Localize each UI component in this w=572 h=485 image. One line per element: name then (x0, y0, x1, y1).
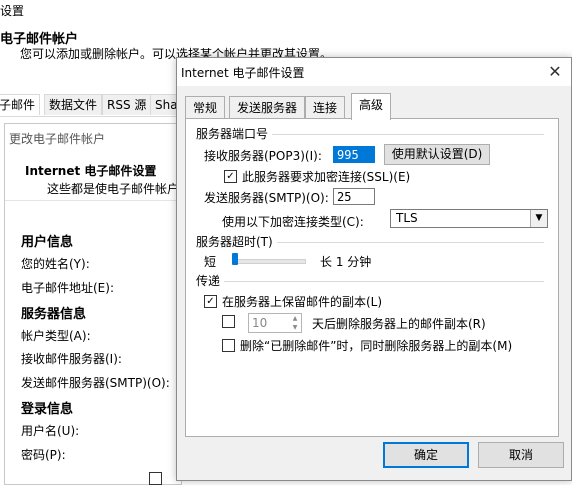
tab-advanced[interactable]: 高级 (351, 93, 392, 120)
tab-outgoing-server[interactable]: 发送服务器 (229, 96, 306, 119)
chevron-down-icon[interactable]: ▼ (530, 210, 547, 227)
delivery-group-line (196, 281, 544, 282)
timeout-slider-thumb[interactable] (232, 253, 238, 265)
internet-email-settings-dialog: Internet 电子邮件设置 ✕ 常规 发送服务器 连接 高级 服务器端口号 … (176, 57, 572, 481)
server-info-heading: 服务器信息 (21, 307, 87, 322)
timeout-value-label: 长 1 分钟 (320, 255, 372, 269)
spin-up-icon[interactable]: ▲ (289, 314, 301, 323)
password-label: 密码(P): (21, 448, 66, 462)
ok-button[interactable]: 确定 (383, 442, 469, 468)
ssl-checkbox-label: 此服务器要求加密连接(SSL)(E) (242, 170, 411, 184)
advanced-tab-page: 服务器端口号 接收服务器(POP3)(I): 995 使用默认设置(D) ✓ 此… (185, 118, 559, 437)
delivery-heading: 传递 (196, 272, 225, 289)
tab-email[interactable]: 子邮件 (0, 94, 41, 115)
leave-copy-label: 在服务器上保留邮件的副本(L) (222, 295, 383, 309)
server-timeout-heading: 服务器超时(T) (196, 233, 277, 250)
encryption-type-select[interactable]: TLS ▼ (390, 209, 548, 228)
internet-email-settings-subheading: 这些都是使电子邮件帐户 (47, 182, 180, 196)
remove-deleted-label: 删除“已删除邮件”时，同时删除服务器上的副本(M) (240, 339, 513, 353)
timeout-slider-track[interactable] (232, 259, 306, 264)
tab-rss[interactable]: RSS 源 (102, 94, 152, 115)
encryption-type-value: TLS (396, 211, 418, 225)
use-defaults-button[interactable]: 使用默认设置(D) (384, 144, 490, 165)
pop3-port-input[interactable]: 995 (333, 146, 375, 163)
account-type-label: 帐户类型(A): (21, 329, 91, 343)
tab-data-files[interactable]: 数据文件 (44, 94, 103, 115)
change-account-header-panel: Internet 电子邮件设置 这些都是使电子邮件帐户 (5, 150, 181, 201)
encryption-type-label: 使用以下加密连接类型(C): (222, 215, 364, 229)
tab-general[interactable]: 常规 (185, 96, 226, 119)
email-address-label: 电子邮件地址(E): (21, 281, 114, 295)
checkmark-icon: ✓ (226, 171, 235, 182)
internet-email-settings-heading: Internet 电子邮件设置 (25, 164, 157, 178)
remove-after-label: 天后删除服务器上的邮件副本(R) (312, 317, 486, 331)
remove-after-checkbox[interactable] (222, 315, 235, 328)
smtp-label: 发送服务器(SMTP)(O): (204, 191, 329, 205)
ssl-checkbox[interactable]: ✓ (224, 170, 237, 183)
cancel-button[interactable]: 取消 (478, 442, 564, 468)
logon-info-heading: 登录信息 (21, 402, 74, 417)
username-label: 用户名(U): (21, 424, 80, 438)
background-tab-strip: 子邮件 数据文件 RSS 源 Sha (0, 94, 183, 117)
outgoing-server-label: 发送邮件服务器(SMTP)(O): (21, 376, 170, 390)
dialog-titlebar: Internet 电子邮件设置 ✕ (177, 58, 571, 86)
pop3-label: 接收服务器(POP3)(I): (204, 149, 322, 163)
timeout-short-label: 短 (204, 255, 217, 269)
tab-connection[interactable]: 连接 (305, 96, 346, 119)
close-icon[interactable]: ✕ (545, 62, 565, 82)
incoming-server-label: 接收邮件服务器(I): (21, 352, 122, 366)
background-titlebar: 设置 (0, 0, 572, 20)
background-window-title: 设置 (0, 4, 25, 18)
remove-after-days-spinner[interactable]: 10 ▲ ▼ (248, 313, 302, 333)
leave-copy-checkbox[interactable]: ✓ (204, 295, 217, 308)
remove-after-days-value: 10 (252, 316, 268, 330)
change-account-window: 更改电子邮件帐户 Internet 电子邮件设置 这些都是使电子邮件帐户 用户信… (4, 123, 182, 485)
change-account-title: 更改电子邮件帐户 (9, 132, 106, 146)
dialog-title: Internet 电子邮件设置 (181, 66, 305, 80)
server-ports-heading: 服务器端口号 (196, 125, 273, 142)
user-info-heading: 用户信息 (21, 235, 74, 250)
remove-deleted-checkbox[interactable] (222, 339, 235, 352)
your-name-label: 您的姓名(Y): (21, 257, 90, 271)
checkmark-icon: ✓ (206, 296, 215, 307)
spin-down-icon[interactable]: ▼ (289, 323, 301, 332)
smtp-port-input[interactable]: 25 (333, 188, 375, 205)
